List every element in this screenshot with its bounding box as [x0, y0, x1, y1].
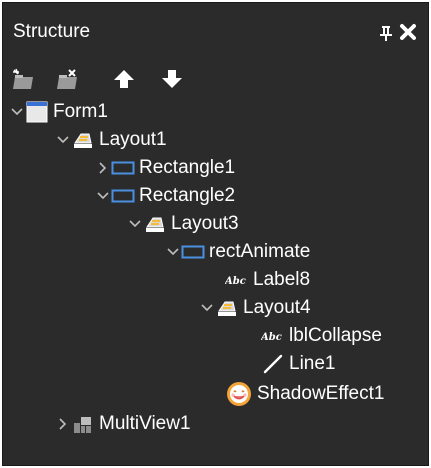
svg-text:Abc: Abc [261, 332, 282, 343]
chevron-down-icon[interactable] [9, 98, 25, 126]
tree-node-label: Line1 [289, 353, 336, 374]
move-down-icon[interactable] [159, 67, 185, 91]
tree-node-lblcollapse[interactable]: Abc lblCollapse [245, 322, 382, 350]
toolbar [3, 61, 428, 97]
tree-node-multiview1[interactable]: MultiView1 [55, 410, 191, 438]
chevron-right-icon[interactable] [95, 154, 111, 182]
layout-icon [143, 212, 167, 236]
tree-node-label: Label8 [253, 269, 311, 290]
tree-node-label: ShadowEffect1 [257, 383, 385, 404]
chevron-right-icon[interactable] [55, 410, 71, 438]
tree-node-layout3[interactable]: Layout3 [127, 210, 239, 238]
structure-tree: Form1 Layout1 Rectangle1 Rectangle2 Layo… [3, 98, 428, 465]
tree-node-rectangle2[interactable]: Rectangle2 [95, 182, 235, 210]
pin-icon[interactable] [379, 25, 393, 46]
tree-node-label: MultiView1 [99, 413, 191, 434]
layout-icon [71, 128, 95, 152]
tree-node-label: lblCollapse [289, 325, 382, 346]
chevron-down-icon[interactable] [55, 126, 71, 154]
panel-title: Structure [13, 21, 91, 42]
tree-node-layout1[interactable]: Layout1 [55, 126, 167, 154]
chevron-down-icon[interactable] [165, 238, 181, 266]
no-expander [209, 380, 225, 408]
chevron-down-icon[interactable] [95, 182, 111, 210]
tree-node-label: Layout3 [171, 213, 239, 234]
rectangle-icon [111, 156, 135, 180]
tree-node-label: Rectangle1 [139, 157, 236, 178]
tree-node-label: Rectangle2 [139, 185, 236, 206]
tree-node-label: Form1 [53, 101, 108, 122]
no-expander [209, 266, 225, 294]
chevron-down-icon[interactable] [127, 210, 143, 238]
tree-node-label8[interactable]: Abc Label8 [209, 266, 310, 294]
rectangle-icon [181, 240, 205, 264]
tree-node-label: Layout4 [243, 297, 311, 318]
form-icon [25, 100, 49, 124]
structure-panel: Structure Form1 Layout1 Rectangle1 Recta… [2, 2, 429, 466]
no-expander [245, 322, 261, 350]
add-component-icon[interactable] [11, 67, 37, 91]
tree-node-form1[interactable]: Form1 [9, 98, 108, 126]
panel-titlebar: Structure [3, 3, 428, 53]
tree-node-layout4[interactable]: Layout4 [199, 294, 311, 322]
chevron-down-icon[interactable] [199, 294, 215, 322]
multiview-icon [71, 412, 95, 436]
label-icon: Abc [225, 268, 249, 292]
no-expander [245, 350, 261, 378]
rectangle-icon [111, 184, 135, 208]
tree-node-label: Layout1 [99, 129, 167, 150]
tree-node-label: rectAnimate [209, 241, 311, 262]
layout-icon [215, 296, 239, 320]
line-icon [261, 352, 285, 376]
svg-text:Abc: Abc [225, 276, 246, 287]
tree-node-rectanimate[interactable]: rectAnimate [165, 238, 310, 266]
move-up-icon[interactable] [111, 67, 137, 91]
remove-component-icon[interactable] [55, 67, 81, 91]
tree-node-line1[interactable]: Line1 [245, 350, 336, 378]
label-icon: Abc [261, 324, 285, 348]
close-icon[interactable] [399, 23, 417, 46]
tree-node-rectangle1[interactable]: Rectangle1 [95, 154, 235, 182]
tree-node-shadoweffect1[interactable]: ShadowEffect1 [209, 378, 384, 410]
shadow-effect-icon [225, 380, 253, 408]
